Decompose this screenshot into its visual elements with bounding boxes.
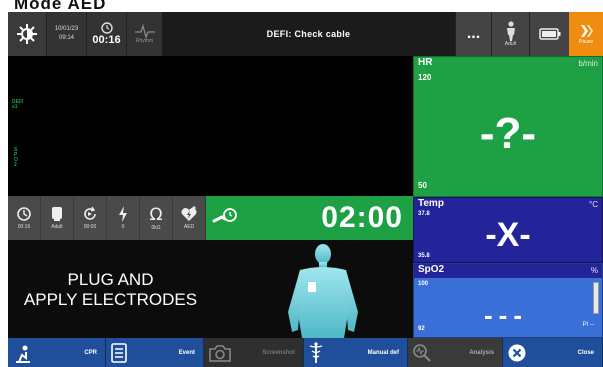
spo2-lower-limit: 92: [418, 326, 425, 332]
temp-label: Temp: [418, 198, 444, 209]
status-row: 00:16 Adult 00:00 0 Ω 0kΩ AED 02:00: [8, 196, 413, 240]
cpr-countdown: 02:00: [206, 196, 413, 240]
spo2-lead-label: S P O 2: [14, 147, 18, 168]
pause-label: Pause: [578, 39, 594, 45]
cpr-icon: [16, 345, 30, 363]
spo2-upper-limit: 100: [418, 281, 429, 287]
cycle-icon: [84, 206, 96, 220]
manual-defib-button[interactable]: Manual def: [304, 338, 408, 367]
status-timer: 00:16: [8, 196, 41, 240]
screenshot-button[interactable]: Screenshot: [204, 338, 304, 367]
status-patient-label: Adult: [51, 224, 63, 230]
spo2-label: SpO2: [414, 264, 602, 278]
patient-type-button[interactable]: Adult: [491, 12, 529, 56]
hr-unit: b/min: [578, 59, 598, 68]
perfusion-bar: [593, 282, 599, 314]
hr-label: HR: [418, 57, 433, 68]
impedance-icon: Ω: [150, 205, 163, 223]
status-aed: AED: [173, 196, 206, 240]
battery-icon: [538, 28, 560, 40]
close-button[interactable]: Close: [503, 338, 603, 367]
pause-button[interactable]: Pause: [569, 12, 603, 56]
more-button[interactable]: ...: [455, 12, 491, 56]
temp-unit: °C: [589, 200, 598, 209]
electrode-placement-figure: [288, 244, 358, 338]
rhythm-button[interactable]: Rhythm: [126, 12, 162, 56]
cpr-timer-icon: [212, 208, 237, 223]
event-button[interactable]: Event: [106, 338, 204, 367]
status-impedance-label: 0kΩ: [151, 225, 161, 231]
timer-icon: [17, 207, 31, 221]
bottom-bar: CPR Event Screenshot Manual def Analysis…: [8, 338, 603, 367]
rhythm-label: Rhythm: [135, 38, 154, 44]
date-time: 10/01/23 09:14: [46, 12, 86, 56]
hr-upper-limit: 120: [418, 73, 432, 82]
monitor-screen: 10/01/23 09:14 00:16 Rhythm DEFI: Check …: [8, 12, 603, 367]
patient-icon: [52, 207, 62, 221]
event-icon: [111, 342, 127, 363]
spo2-panel[interactable]: SpO2 % 100 --- PI -- 92: [413, 263, 603, 338]
instruction-text: PLUG AND APPLY ELECTRODES: [8, 270, 213, 310]
shock-icon: [119, 206, 127, 222]
analysis-label: Analysis: [469, 349, 494, 356]
electrode-pad-icon: [308, 282, 316, 292]
date-label: 10/01/23: [54, 26, 79, 32]
battery-status: [529, 12, 569, 56]
brightness-button[interactable]: [8, 12, 46, 56]
perfusion-index: PI --: [582, 322, 594, 328]
aed-icon: [181, 206, 197, 221]
status-shock-count: 0: [107, 196, 140, 240]
svg-text:Ω: Ω: [150, 205, 163, 223]
defi-lead-label: DEFI x1: [12, 99, 24, 110]
instruction-line-1: PLUG AND: [67, 270, 154, 289]
analysis-button[interactable]: Analysis: [408, 338, 503, 367]
clock-label: 09:14: [58, 35, 74, 41]
pause-icon: [581, 25, 593, 37]
screenshot-label: Screenshot: [262, 349, 295, 356]
hr-panel[interactable]: HR b/min 120 -?- 50: [413, 56, 603, 197]
elapsed-timer: 00:16: [86, 12, 126, 56]
temp-value: -X-: [485, 216, 531, 254]
caduceus-icon: [309, 341, 323, 363]
camera-icon: [209, 344, 231, 362]
ecg-icon: [134, 24, 155, 38]
waveform-area: DEFI x1 S P O 2: [8, 56, 413, 196]
temp-lower-limit: 35.8: [418, 253, 430, 259]
event-label: Event: [178, 349, 195, 356]
temp-panel[interactable]: Temp °C 37.8 -X- 35.8: [413, 197, 603, 263]
alarm-message: DEFI: Check cable: [162, 12, 455, 56]
timer-value: 00:16: [92, 34, 121, 46]
status-patient: Adult: [41, 196, 74, 240]
adult-icon: [506, 21, 515, 41]
status-cycle: 00:00: [74, 196, 107, 240]
spo2-value: ---: [484, 300, 528, 330]
status-aed-label: AED: [183, 224, 195, 230]
status-impedance: Ω 0kΩ: [140, 196, 173, 240]
timer-icon: [100, 22, 113, 34]
instruction-area: PLUG AND APPLY ELECTRODES: [8, 240, 413, 338]
status-shock-label: 0: [121, 224, 125, 230]
close-icon: [508, 344, 526, 361]
hr-lower-limit: 50: [418, 181, 427, 190]
status-timer-label: 00:16: [17, 224, 31, 230]
patient-type-label: Adult: [504, 41, 517, 47]
hr-value: -?-: [479, 109, 537, 158]
cpr-button[interactable]: CPR: [8, 338, 106, 367]
analysis-icon: [413, 343, 431, 362]
manual-defib-label: Manual def: [367, 349, 399, 356]
spo2-unit: %: [590, 266, 598, 275]
cpr-countdown-value: 02:00: [321, 201, 403, 234]
top-bar: 10/01/23 09:14 00:16 Rhythm DEFI: Check …: [8, 12, 603, 56]
cpr-label: CPR: [84, 349, 97, 356]
instruction-line-2: APPLY ELECTRODES: [23, 290, 198, 309]
close-label: Close: [577, 349, 594, 356]
status-cycle-label: 00:00: [83, 224, 97, 230]
sun-icon: [17, 24, 37, 44]
